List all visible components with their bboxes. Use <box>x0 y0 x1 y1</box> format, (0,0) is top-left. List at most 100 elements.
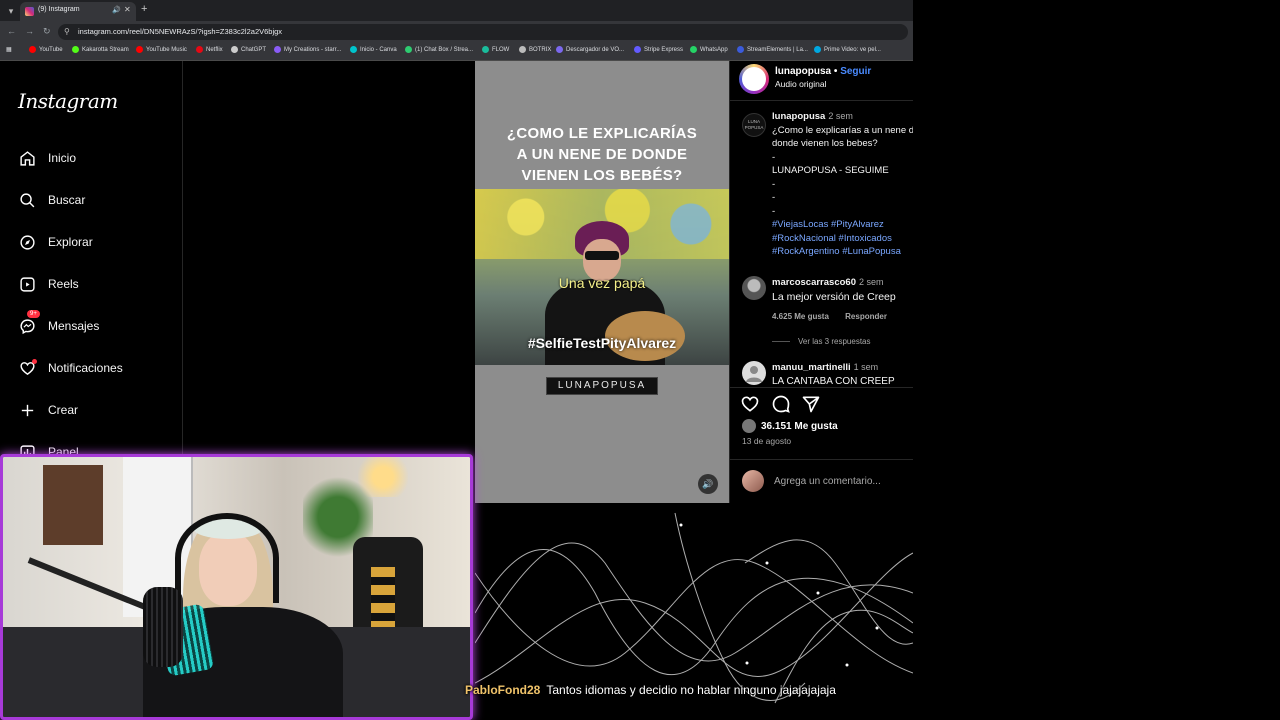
caption-line: ¿Como le explicarías a un nene de donde … <box>772 124 913 150</box>
bookmark-label: (1) Chat Box / Strea... <box>415 46 474 53</box>
bookmark-8[interactable]: FLOW <box>482 46 509 53</box>
headphones <box>175 513 279 603</box>
lamp-light <box>358 457 408 497</box>
home-icon <box>18 149 36 167</box>
compass-icon <box>18 233 36 251</box>
kick-icon <box>72 46 79 53</box>
volume-icon[interactable]: 🔊 <box>698 474 718 494</box>
tab-instagram[interactable]: (9) Instagram 🔊 ✕ <box>20 2 136 21</box>
tab-search-icon[interactable]: ▾ <box>4 4 18 18</box>
share-send-icon[interactable] <box>801 394 821 414</box>
new-tab-button[interactable]: + <box>141 3 147 15</box>
instagram-logo[interactable]: Instagram <box>18 89 118 113</box>
bookmark-11[interactable]: Stripe Express <box>634 46 683 53</box>
bookmark-7[interactable]: (1) Chat Box / Strea... <box>405 46 473 53</box>
forward-icon[interactable]: → <box>25 26 34 36</box>
address-bar: ← → ↻ ⚲ instagram.com/reel/DN5NEWRAzS/?i… <box>0 21 913 43</box>
chatbox-icon <box>405 46 412 53</box>
comment-input[interactable]: Agrega un comentario... <box>774 476 881 487</box>
video-title: ¿COMO LE EXPLICARÍAS A UN NENE DE DONDE … <box>475 123 729 186</box>
whatsapp-icon <box>690 46 697 53</box>
bookmark-12[interactable]: WhatsApp <box>690 46 728 53</box>
bookmark-label: WhatsApp <box>700 46 728 53</box>
nav-home[interactable]: Inicio <box>18 146 76 170</box>
audio-label[interactable]: Audio original <box>775 79 827 89</box>
bookmark-0[interactable]: YouTube <box>29 46 63 53</box>
bookmark-2[interactable]: YouTube Music <box>136 46 187 53</box>
nav-messages[interactable]: 9+ Mensajes <box>18 310 99 338</box>
starry-icon <box>274 46 281 53</box>
author-avatar[interactable] <box>739 64 769 94</box>
close-tab-icon[interactable]: ✕ <box>124 5 131 14</box>
bookmark-6[interactable]: Inicio - Canva <box>350 46 397 53</box>
back-icon[interactable]: ← <box>7 26 16 36</box>
likes-count[interactable]: 36.151 Me gusta <box>742 419 838 433</box>
downloader-icon <box>556 46 563 53</box>
nav-home-label: Inicio <box>48 151 77 165</box>
nav-search[interactable]: Buscar <box>18 188 85 212</box>
canva-icon <box>350 46 357 53</box>
comment-likes[interactable]: 4.625 Me gusta <box>772 312 829 321</box>
liker-avatar <box>742 419 756 433</box>
bookmark-1[interactable]: Kakarotta Stream <box>72 46 129 53</box>
nav-explore-label: Explorar <box>48 235 93 249</box>
sunglasses <box>585 251 619 260</box>
caption-line: - <box>772 192 776 203</box>
heart-icon <box>18 359 37 377</box>
post-caption: lunapopusa 2 sem ¿Como le explicarías a u… <box>772 110 913 259</box>
bookmark-5[interactable]: My Creations - starr... <box>274 46 341 53</box>
chat-message: PabloFond28 Tantos idiomas y decidio no h… <box>465 683 836 697</box>
site-info-icon[interactable]: ⚲ <box>64 27 70 36</box>
view-replies-button[interactable]: Ver las 3 respuestas <box>772 337 870 346</box>
comment-username[interactable]: marcoscarrasco60 <box>772 277 856 288</box>
caption-avatar[interactable]: LUNA POPUSA <box>742 113 766 137</box>
caption-hashtags[interactable]: #RockArgentino #LunaPopusa <box>772 245 913 259</box>
bookmark-9[interactable]: BOTRIX <box>519 46 551 53</box>
speaker-icon[interactable]: 🔊 <box>112 6 121 14</box>
like-heart-icon[interactable] <box>740 394 760 414</box>
comment-time: 2 sem <box>858 277 884 287</box>
bookmark-14[interactable]: Prime Video: ve pel... <box>814 46 881 53</box>
video-hashtag: #SelfieTestPityAlvarez <box>527 335 677 351</box>
bookmark-label: Inicio - Canva <box>360 46 397 53</box>
caption-line: - <box>772 178 776 190</box>
caption-hashtags[interactable]: #RockNacional #Intoxicados <box>772 232 913 246</box>
youtube-music-icon <box>136 46 143 53</box>
tab-title: (9) Instagram <box>38 6 80 13</box>
comment-input-area: Agrega un comentario... <box>730 459 913 503</box>
nav-explore[interactable]: Explorar <box>18 230 93 254</box>
bookmark-label: Kakarotta Stream <box>82 46 129 53</box>
caption-hashtags[interactable]: #ViejasLocas #PityAlvarez <box>772 218 913 232</box>
reel-video[interactable]: ¿COMO LE EXPLICARÍAS A UN NENE DE DONDE … <box>475 61 729 503</box>
stripe-icon <box>634 46 641 53</box>
bookmark-label: ChatGPT <box>241 46 267 53</box>
bookmark-4[interactable]: ChatGPT <box>231 46 266 53</box>
comment-bubble-icon[interactable] <box>771 394 791 414</box>
nav-notifications[interactable]: Notificaciones <box>18 356 123 380</box>
apps-icon[interactable]: ▦ <box>6 46 12 53</box>
bookmark-13[interactable]: StreamElements | La... <box>737 46 808 53</box>
likes-count-text: 36.151 Me gusta <box>761 420 838 432</box>
url-input[interactable]: ⚲ instagram.com/reel/DN5NEWRAzS/?igsh=Z3… <box>58 24 908 40</box>
comment-username[interactable]: manuu_martinelli <box>772 362 851 373</box>
comment-avatar[interactable] <box>742 276 766 300</box>
chatgpt-icon <box>231 46 238 53</box>
notification-dot <box>32 359 37 364</box>
bookmark-3[interactable]: Netflix <box>196 46 223 53</box>
reload-icon[interactable]: ↻ <box>43 26 51 37</box>
bookmark-10[interactable]: Descargador de VO... <box>556 46 624 53</box>
netflix-icon <box>196 46 203 53</box>
author-username[interactable]: lunapopusa <box>775 66 831 77</box>
botrix-icon <box>519 46 526 53</box>
comment-avatar-default[interactable] <box>742 361 766 385</box>
reply-button[interactable]: Responder <box>845 312 887 321</box>
caption-time: 2 sem <box>828 111 853 121</box>
nav-reels[interactable]: Reels <box>18 272 79 296</box>
bookmark-label: YouTube Music <box>146 46 187 53</box>
nav-create[interactable]: Crear <box>18 398 78 422</box>
caption-username[interactable]: lunapopusa <box>772 111 825 122</box>
author-line: lunapopusa • Seguir <box>775 66 871 77</box>
bookmark-label: Prime Video: ve pel... <box>824 46 881 53</box>
follow-button[interactable]: Seguir <box>840 66 871 77</box>
post-actions <box>730 387 913 417</box>
